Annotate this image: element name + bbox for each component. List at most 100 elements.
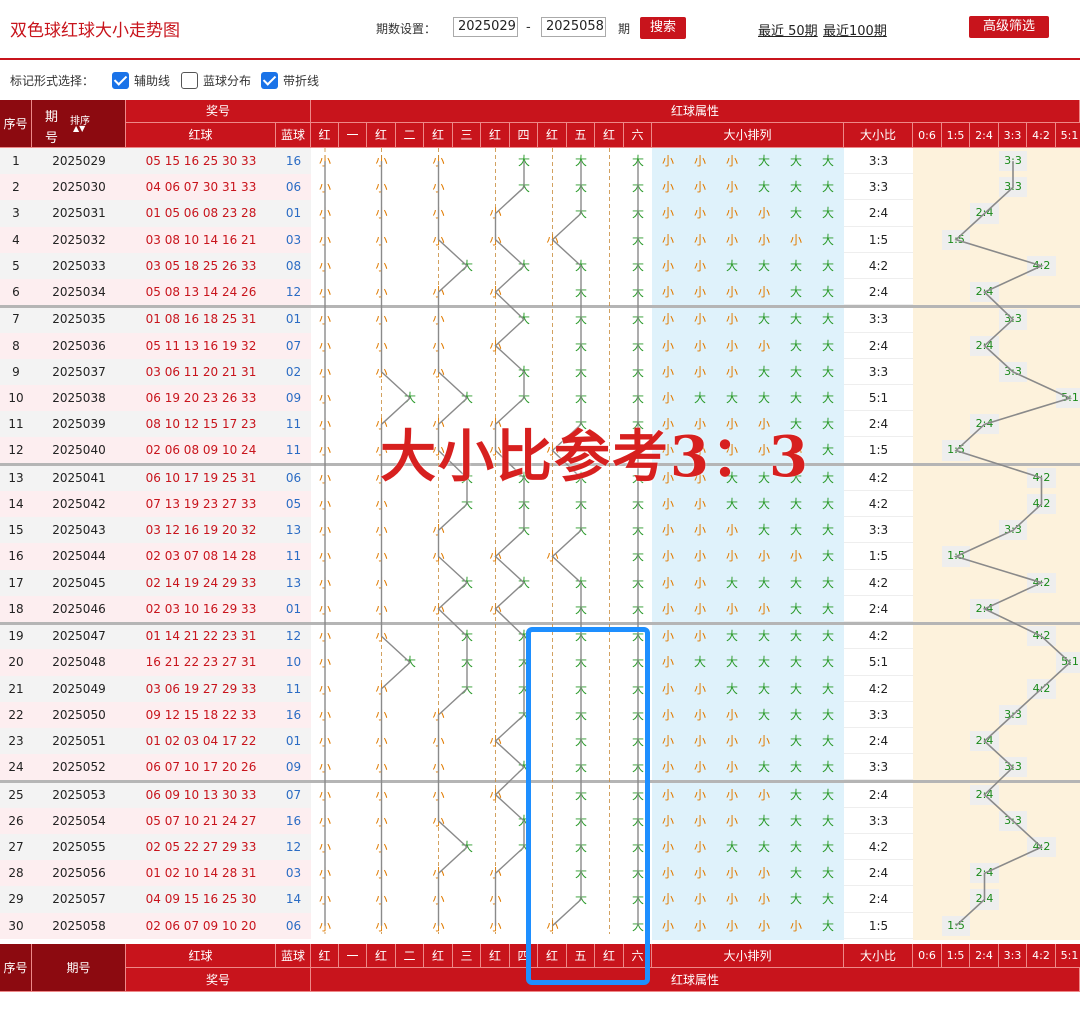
position-mark: 小 <box>318 154 331 168</box>
position-mark: 小 <box>318 497 331 511</box>
row-seq-cell: 30 <box>0 912 32 939</box>
recent-50-link[interactable]: 最近 50期 <box>758 20 818 39</box>
position-mark: 大 <box>517 523 530 538</box>
size-seq-mark: 大 <box>821 787 834 802</box>
position-mark: 大 <box>631 180 644 195</box>
position-mark: 小 <box>432 180 445 195</box>
size-seq-mark: 大 <box>821 285 834 299</box>
row-ratio-cell: 3:3 <box>844 174 913 201</box>
row-red-balls: 03 06 19 27 29 33 <box>126 675 276 702</box>
size-seq-mark: 大 <box>821 232 834 247</box>
size-seq-mark: 小 <box>725 206 738 221</box>
position-mark: 小 <box>318 707 331 722</box>
line-chart-checkbox[interactable] <box>261 72 278 89</box>
size-seq-mark: 小 <box>757 549 770 564</box>
sort-arrows-icon[interactable]: ▲▼ <box>73 124 85 133</box>
size-seq-mark: 大 <box>821 391 834 405</box>
size-seq-mark: 小 <box>693 575 706 590</box>
recent-100-link[interactable]: 最近100期 <box>823 20 887 39</box>
size-seq-mark: 大 <box>693 655 706 670</box>
row-ratio-cell: 1:5 <box>844 543 913 570</box>
page-title: 双色球红球大小走势图 <box>10 21 180 41</box>
size-seq-mark: 大 <box>821 866 834 881</box>
position-mark: 小 <box>375 338 388 353</box>
size-seq-mark: 大 <box>821 629 834 644</box>
size-seq-mark: 大 <box>789 707 802 722</box>
position-mark: 大 <box>403 655 416 670</box>
size-seq-mark: 大 <box>789 681 802 696</box>
advanced-filter-button[interactable]: 高级筛选 <box>969 16 1049 38</box>
row-issue-cell: 2025043 <box>32 517 126 544</box>
row-ratio-cell: 3:3 <box>844 754 913 781</box>
size-seq-mark: 大 <box>789 364 802 379</box>
size-seq-mark: 小 <box>725 312 738 327</box>
row-seq-cell: 8 <box>0 332 32 359</box>
row-issue-cell: 2025029 <box>32 148 126 175</box>
footer-position-header: 三 <box>453 944 481 968</box>
size-seq-mark: 小 <box>789 549 802 564</box>
blue-dist-checkbox[interactable] <box>181 72 198 89</box>
position-mark: 小 <box>318 655 331 670</box>
position-mark: 小 <box>318 813 331 828</box>
size-seq-mark: 大 <box>821 497 834 511</box>
ratio-mark: 2:4 <box>970 282 999 303</box>
row-red-balls: 02 05 22 27 29 33 <box>126 834 276 861</box>
size-seq-mark: 大 <box>789 734 802 748</box>
period-from-input[interactable]: 2025029 <box>453 17 518 37</box>
position-mark: 小 <box>318 787 331 802</box>
row-issue-cell: 2025032 <box>32 226 126 253</box>
row-ratio-cell: 4:2 <box>844 834 913 861</box>
group-separator <box>0 621 1080 625</box>
position-header: 红 <box>538 123 567 148</box>
size-seq-mark: 小 <box>725 154 738 168</box>
position-mark: 小 <box>375 285 388 299</box>
position-mark: 小 <box>375 312 388 327</box>
search-button[interactable]: 搜索 <box>640 17 686 39</box>
ratio-column-header: 3:3 <box>999 123 1027 148</box>
footer-red-attr-header: 红球属性 <box>311 968 1080 992</box>
size-seq-mark: 大 <box>821 206 834 221</box>
period-unit: 期 <box>618 22 631 36</box>
position-mark: 小 <box>432 312 445 327</box>
position-header: 红 <box>481 123 510 148</box>
aux-line-checkbox[interactable] <box>112 72 129 89</box>
size-seq-mark: 大 <box>821 918 834 933</box>
row-blue-ball: 16 <box>276 807 311 834</box>
size-seq-mark: 小 <box>693 154 706 168</box>
ratio-mark: 4:2 <box>1027 678 1056 699</box>
position-mark: 大 <box>574 391 587 405</box>
period-to-input[interactable]: 2025058 <box>541 17 606 37</box>
size-seq-mark: 小 <box>661 866 674 881</box>
row-ratio-cell: 5:1 <box>844 385 913 412</box>
size-seq-mark: 大 <box>789 760 802 775</box>
position-mark: 小 <box>432 892 445 907</box>
row-red-balls: 02 03 07 08 14 28 <box>126 543 276 570</box>
size-seq-mark: 小 <box>757 206 770 221</box>
ratio-mark: 4:2 <box>1027 494 1056 515</box>
row-red-balls: 03 12 16 19 20 32 <box>126 517 276 544</box>
position-mark: 小 <box>375 866 388 881</box>
size-seq-mark: 大 <box>725 681 738 696</box>
row-ratio-cell: 2:4 <box>844 728 913 755</box>
position-header: 一 <box>339 123 367 148</box>
row-seq-cell: 27 <box>0 834 32 861</box>
size-seq-mark: 小 <box>661 312 674 327</box>
top-bar: 双色球红球大小走势图 期数设置： 2025029 - 2025058 期 搜索 … <box>0 0 1080 60</box>
position-mark: 大 <box>517 154 530 168</box>
ratio-mark: 2:4 <box>970 598 999 619</box>
size-seq-mark: 小 <box>661 575 674 590</box>
position-mark: 大 <box>517 497 530 511</box>
position-mark: 小 <box>318 417 331 432</box>
size-seq-mark: 大 <box>725 840 738 854</box>
position-mark: 小 <box>318 312 331 327</box>
position-mark: 大 <box>631 312 644 327</box>
row-ratio-cell: 4:2 <box>844 252 913 279</box>
size-seq-mark: 大 <box>789 866 802 881</box>
row-issue-cell: 2025040 <box>32 437 126 464</box>
size-seq-mark: 大 <box>757 312 770 327</box>
size-seq-mark: 大 <box>757 364 770 379</box>
row-red-balls: 05 07 10 21 24 27 <box>126 807 276 834</box>
red-attr-header: 红球属性 <box>311 100 1080 123</box>
size-seq-mark: 小 <box>725 285 738 299</box>
row-blue-ball: 12 <box>276 623 311 650</box>
